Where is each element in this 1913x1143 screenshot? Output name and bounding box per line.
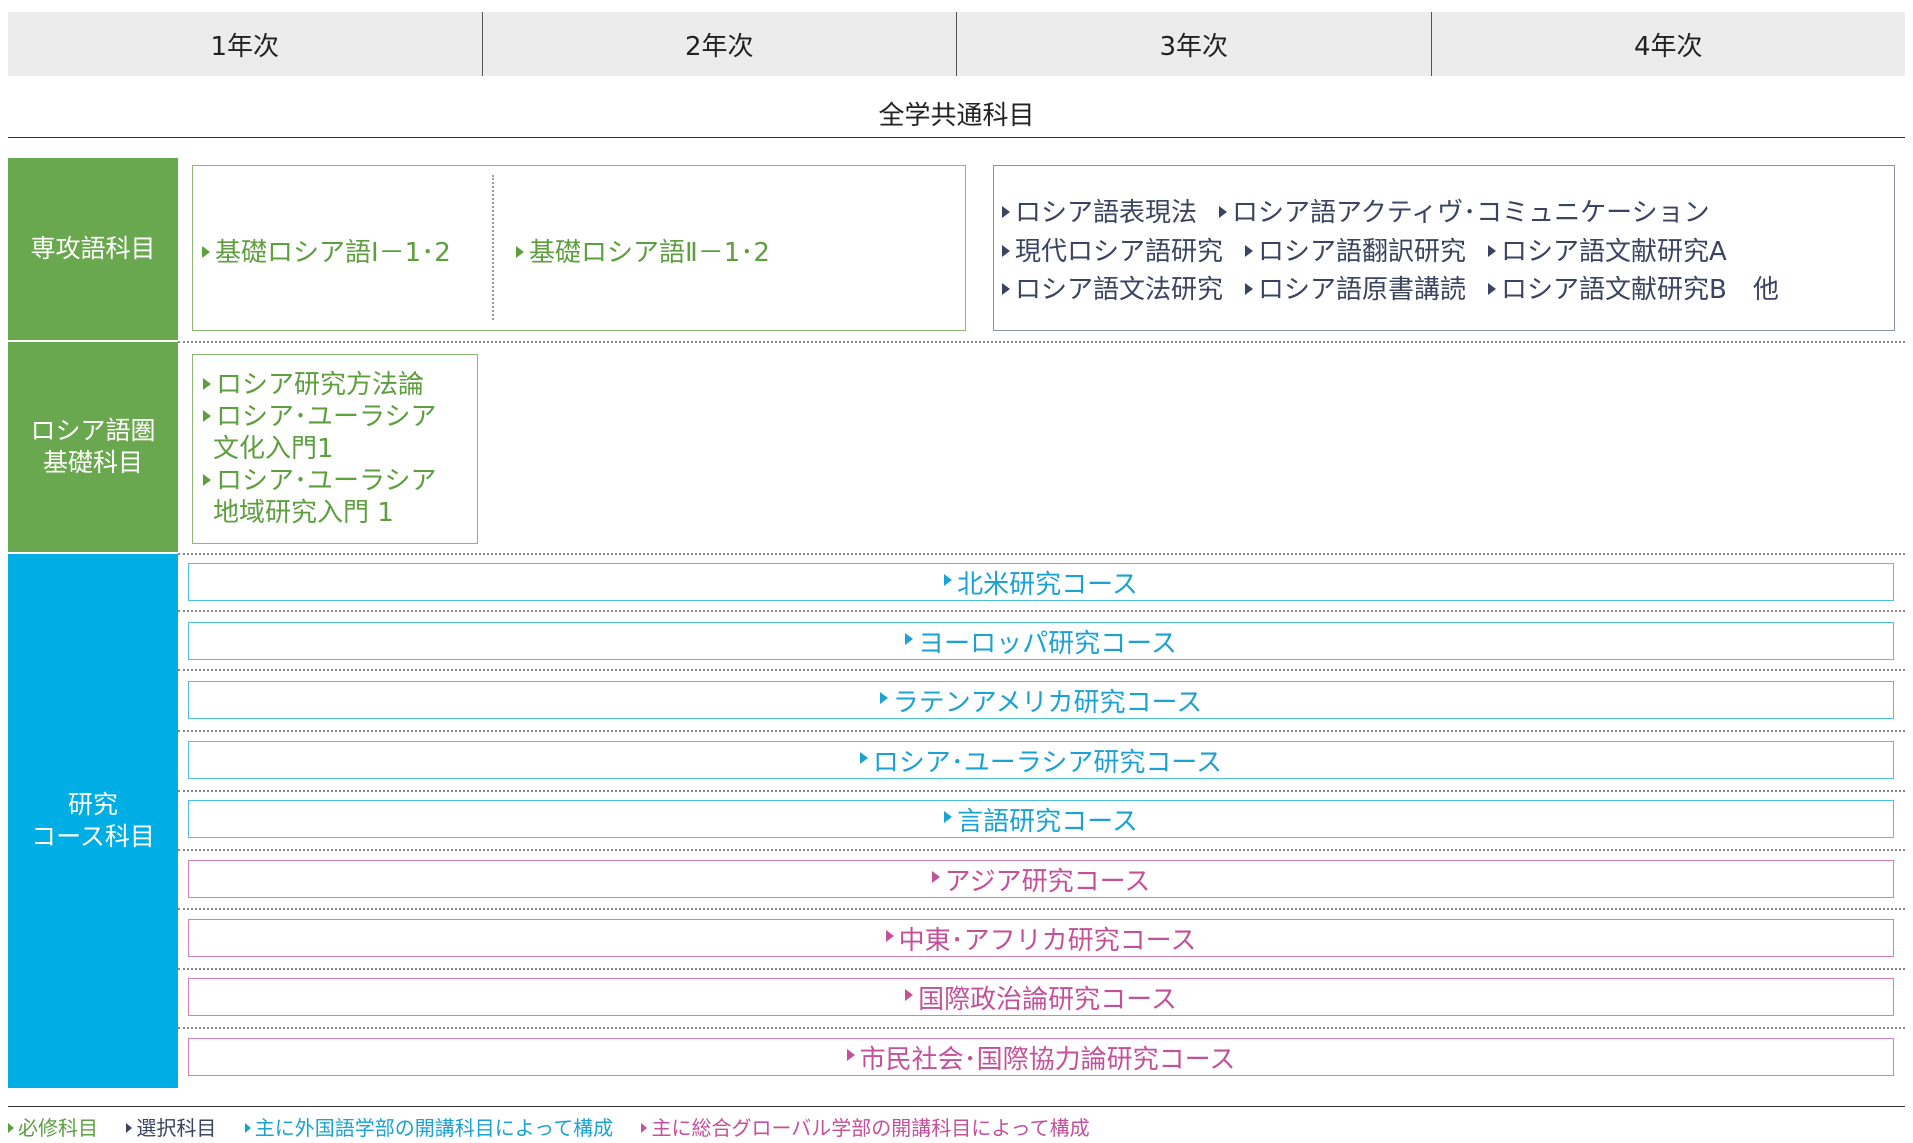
triangle-bullet-icon — [641, 1122, 648, 1133]
legend-global-studies: 主に総合グローバル学部の開講科目によって構成 — [641, 1116, 1090, 1140]
row-separator — [178, 341, 1905, 343]
category-major-language: 専攻語科目 — [8, 158, 178, 340]
elective-row-2: 現代ロシア語研究 ロシア語翻訳研究 ロシア語文献研究A — [1002, 231, 1749, 268]
year-3: 3年次 — [956, 12, 1431, 76]
category-russian-area-basic-line2: 基礎科目 — [42, 448, 143, 477]
elective-item: ロシア語文献研究A — [1488, 237, 1727, 267]
legend-required: 必修科目 — [8, 1116, 98, 1140]
triangle-bullet-icon — [1002, 244, 1010, 257]
course-russia-eurasia: ロシア･ユーラシア研究コース — [188, 741, 1894, 779]
basic-divider — [492, 175, 494, 320]
category-russian-area-basic: ロシア語圏 基礎科目 — [8, 342, 178, 552]
required-basic-item-1: 基礎ロシア語Ⅰ－1･2 — [202, 232, 451, 269]
course-north-america: 北米研究コース — [188, 563, 1894, 601]
legend-elective: 選択科目 — [126, 1116, 216, 1140]
triangle-bullet-icon — [203, 409, 211, 422]
triangle-bullet-icon — [859, 752, 868, 764]
category-research-course-line1: 研究 — [67, 789, 118, 819]
triangle-bullet-icon — [1488, 244, 1497, 257]
triangle-bullet-icon — [1002, 282, 1010, 295]
row-separator — [178, 669, 1905, 671]
area-basic-item-2: ロシア･ユーラシア 文化入門1 — [203, 401, 477, 465]
row-separator — [178, 908, 1905, 910]
row-separator — [178, 849, 1905, 851]
course-middle-east-africa: 中東･アフリカ研究コース — [188, 919, 1894, 957]
triangle-bullet-icon — [8, 1122, 14, 1133]
year-1: 1年次 — [210, 31, 280, 62]
triangle-bullet-icon — [202, 245, 210, 258]
course-asia: アジア研究コース — [188, 860, 1894, 898]
area-basic-box: ロシア研究方法論 ロシア･ユーラシア 文化入門1 ロシア･ユーラシア 地域研究入… — [192, 354, 478, 544]
triangle-bullet-icon — [879, 692, 888, 704]
triangle-bullet-icon — [203, 473, 211, 486]
common-subjects: 全学共通科目 — [8, 90, 1905, 138]
elective-item: ロシア語文献研究B 他 — [1488, 275, 1779, 305]
triangle-bullet-icon — [203, 377, 211, 390]
category-research-course: 研究 コース科目 — [8, 554, 178, 1088]
elective-item: 現代ロシア語研究 — [1002, 237, 1223, 267]
course-civil-society: 市民社会･国際協力論研究コース — [188, 1038, 1894, 1076]
required-basic-item-2: 基礎ロシア語Ⅱ－1･2 — [516, 232, 770, 269]
triangle-bullet-icon — [944, 811, 953, 823]
course-latin-america: ラテンアメリカ研究コース — [188, 681, 1894, 719]
area-basic-item-1: ロシア研究方法論 — [203, 369, 477, 401]
triangle-bullet-icon — [944, 574, 953, 586]
year-header: 1年次 2年次 3年次 4年次 — [8, 12, 1905, 76]
area-basic-item-3: ロシア･ユーラシア 地域研究入門 1 — [203, 465, 477, 529]
row-separator — [178, 610, 1905, 612]
legend-foreign-studies: 主に外国語学部の開講科目によって構成 — [244, 1116, 613, 1140]
legend: 必修科目 選択科目 主に外国語学部の開講科目によって構成 主に総合グローバル学部… — [8, 1112, 1112, 1141]
triangle-bullet-icon — [516, 245, 524, 258]
elective-item: ロシア語翻訳研究 — [1245, 237, 1466, 267]
elective-item: ロシア語アクティヴ･コミュニケーション — [1219, 198, 1710, 228]
triangle-bullet-icon — [1245, 282, 1254, 295]
row-separator — [178, 968, 1905, 970]
row-separator — [178, 1027, 1905, 1029]
elective-row-3: ロシア語文法研究 ロシア語原書講読 ロシア語文献研究B 他 — [1002, 269, 1801, 306]
elective-row-1: ロシア語表現法 ロシア語アクティヴ･コミュニケーション — [1002, 192, 1732, 229]
triangle-bullet-icon — [1219, 205, 1228, 218]
triangle-bullet-icon — [905, 633, 914, 645]
triangle-bullet-icon — [846, 1049, 855, 1061]
triangle-bullet-icon — [1002, 205, 1010, 218]
triangle-bullet-icon — [244, 1122, 251, 1133]
row-separator — [178, 730, 1905, 732]
triangle-bullet-icon — [885, 930, 894, 942]
year-2: 2年次 — [481, 12, 957, 76]
row-separator — [178, 553, 1905, 555]
elective-item: ロシア語文法研究 — [1002, 275, 1223, 305]
course-linguistics: 言語研究コース — [188, 800, 1894, 838]
triangle-bullet-icon — [905, 989, 914, 1001]
legend-divider — [8, 1106, 1905, 1107]
row-separator — [178, 790, 1905, 792]
category-russian-area-basic-line1: ロシア語圏 — [30, 415, 156, 445]
course-europe: ヨーロッパ研究コース — [188, 622, 1894, 660]
year-4: 4年次 — [1430, 12, 1906, 76]
triangle-bullet-icon — [126, 1122, 133, 1133]
triangle-bullet-icon — [1245, 244, 1254, 257]
category-research-course-line2: コース科目 — [31, 822, 155, 851]
triangle-bullet-icon — [931, 871, 940, 883]
elective-item: ロシア語表現法 — [1002, 198, 1197, 228]
course-international-politics: 国際政治論研究コース — [188, 978, 1894, 1016]
elective-item: ロシア語原書講読 — [1245, 275, 1466, 305]
triangle-bullet-icon — [1488, 282, 1497, 295]
